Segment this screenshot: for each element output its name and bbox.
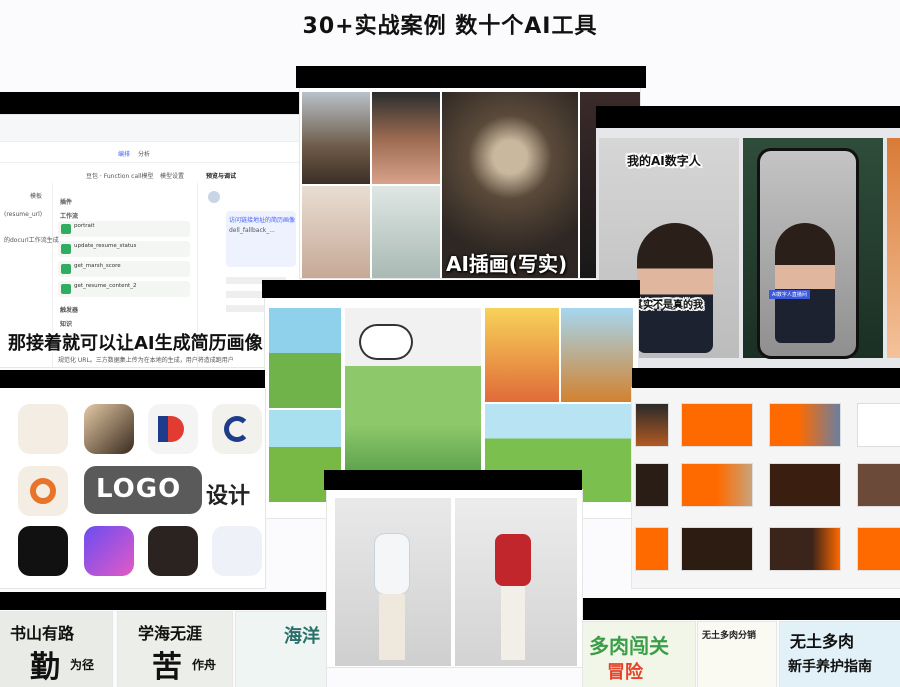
redaction-bar: [596, 106, 900, 128]
slide-thumb: 01: [682, 404, 752, 446]
comic-cloud: [361, 326, 411, 358]
node-portrait[interactable]: portrait: [58, 221, 190, 237]
logo-wave-gold-icon: [148, 526, 198, 576]
section-knowledge[interactable]: 知识: [60, 319, 72, 328]
chat-line-1: 访问链接地址的简历画像：https://: [229, 217, 295, 224]
calligraphy-card-3: 海洋: [236, 612, 326, 687]
slide-thumb: [636, 528, 668, 570]
redaction-bar: [324, 470, 582, 490]
slide-thumb: [770, 464, 840, 506]
slide-thumb: 02: [682, 464, 752, 506]
slide-thumb: 03: [682, 528, 752, 570]
image-warriors: [302, 92, 370, 184]
slide-thumb: 04: [858, 528, 900, 570]
avatar-subtitle: 其实不是真的我: [633, 300, 703, 311]
illustration-gallery: AI插画(写实): [300, 88, 640, 278]
slide-thumb: [770, 404, 840, 446]
digital-avatar-card: 我的AI数字人 其实不是真的我 AI数字人直播间: [597, 128, 900, 368]
side-thumbnail: [887, 138, 900, 358]
image-octopus-woman: [372, 92, 440, 184]
phone-banner: AI数字人直播间: [769, 290, 810, 299]
workflow-subtitle: 那接着就可以让AI生成简历画像: [8, 333, 263, 354]
redaction-bar: [583, 598, 900, 620]
section-workflow[interactable]: 工作流: [60, 211, 78, 220]
node-resume-content[interactable]: get_resume_content_2: [58, 281, 190, 297]
workflow-footer: 规范化 URL。三方数据集上传为在本地的生成，用户将造成跑用户: [58, 357, 234, 364]
avatar-person-left: [637, 223, 713, 353]
chat-avatar: [208, 191, 220, 203]
calligraphy-card-2: 学海无涯 苦 作舟: [118, 612, 232, 687]
redaction-bar: [0, 370, 265, 388]
poster-line-1: 无土多肉: [790, 632, 855, 651]
slide-thumb: [636, 464, 668, 506]
calligraphy-card-1: 书山有路 勤 为径: [0, 612, 112, 687]
slide-thumb: [636, 404, 668, 446]
redaction-bar: [262, 280, 640, 298]
redaction-bar: [296, 66, 646, 88]
chat-line-2: dell_fallback_...: [229, 227, 275, 234]
logo-infinity-icon: [212, 526, 262, 576]
calligraphy-line: 海洋: [284, 626, 320, 647]
comic-panel-1: [269, 308, 341, 408]
comic-panel-3: [485, 308, 559, 402]
logo-cube-icon: [84, 526, 134, 576]
redaction-bar: [632, 368, 900, 388]
image-hooded-woman: [302, 186, 370, 278]
game-title: 多肉闯关: [589, 634, 669, 658]
avatar-person-right: [775, 223, 835, 343]
tab-edit[interactable]: 编排: [118, 149, 130, 158]
gallery-caption: AI插画(写实): [446, 252, 568, 276]
calligraphy-small: 作舟: [192, 658, 217, 672]
poster-line-2: 新手养护指南: [788, 659, 872, 675]
section-plugins[interactable]: 插件: [60, 197, 72, 206]
logo-design-card: LOGO 设计: [0, 388, 265, 588]
model-selector[interactable]: 豆包 · Function call模型: [86, 171, 153, 180]
node-marsh-score[interactable]: get_marsh_score: [58, 261, 190, 277]
workflow-card: 编排 分析 豆包 · Function call模型 模型设置 预览与调试 模板…: [0, 115, 300, 367]
calligraphy-big-char: 苦: [152, 650, 182, 685]
comic-panel-4: [561, 308, 633, 402]
slide-thumb: [770, 528, 840, 570]
page-title: 30+实战案例 数十个AI工具: [302, 14, 598, 39]
redaction-bar: [0, 92, 300, 114]
succulent-poster-card: 无土多肉 新手养护指南: [780, 622, 900, 687]
calligraphy-big-char: 勤: [30, 650, 60, 685]
logo-waves-icon: [18, 404, 68, 454]
redaction-bar: [0, 592, 326, 610]
succulent-guide-card: 无土多肉分销: [698, 622, 776, 687]
left-label-1: 模板: [30, 193, 43, 200]
slide-thumb: [858, 464, 900, 506]
guide-title: 无土多肉分销: [702, 631, 757, 641]
logo-pyramid-icon: [84, 404, 134, 454]
calligraphy-small: 为径: [70, 658, 95, 672]
model-settings[interactable]: 模型设置: [160, 171, 184, 180]
succulent-game-card: 多肉闯关 冒险: [583, 622, 695, 687]
ppt-slides-card: 01 02 03 04: [632, 388, 900, 588]
logo-label: LOGO: [96, 474, 182, 504]
image-white-castle: [372, 186, 440, 278]
logo-rose-icon: [18, 526, 68, 576]
logo-label-suffix: 设计: [206, 484, 251, 509]
tab-analysis[interactable]: 分析: [138, 149, 150, 158]
avatar-caption: 我的AI数字人: [627, 154, 701, 168]
section-trigger[interactable]: 触发器: [60, 305, 78, 314]
preview-title: 预览与调试: [206, 173, 237, 180]
fashion-photo-card: [327, 490, 582, 667]
left-label-3: 的docurl工作流生成: [4, 237, 59, 244]
calligraphy-line: 书山有路: [10, 624, 75, 643]
game-subtitle: 冒险: [607, 662, 643, 683]
slide-thumb: [858, 404, 900, 446]
node-update-resume[interactable]: update_resume_status: [58, 241, 190, 257]
calligraphy-line: 学海无涯: [138, 624, 203, 643]
left-label-2: (resume_url): [4, 211, 43, 218]
